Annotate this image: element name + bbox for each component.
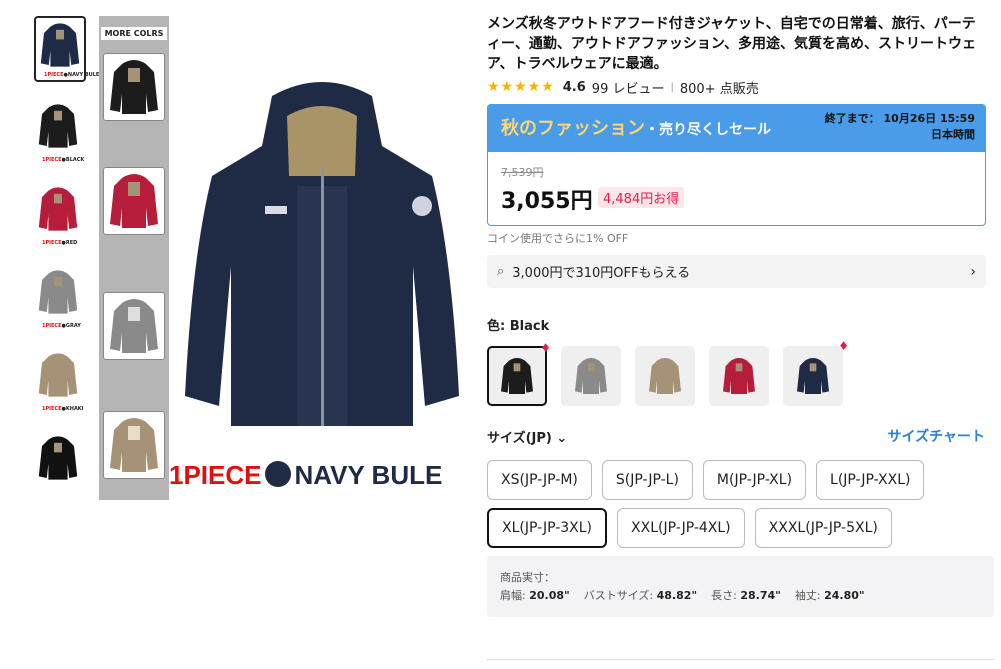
main-image-caption: 1PIECE NAVY BULE xyxy=(169,460,469,491)
thumbnail-caption-color: ●KHAKI xyxy=(61,406,84,412)
thumbnail-caption-color: ●GRAY xyxy=(61,323,81,329)
size-option-button[interactable]: XS(JP-JP-M) xyxy=(487,460,592,500)
product-page: 1PIECE●NAVY BULE 1PIECE●BLACK 1PIECE●RED 1P… xyxy=(0,0,1001,669)
strip-item-gray xyxy=(103,292,165,360)
sale-ends-timezone: 日本時間 xyxy=(931,128,975,141)
measurement-label: 肩幅: xyxy=(500,589,530,602)
savings-badge: 4,484円お得 xyxy=(598,187,685,208)
product-title: メンズ秋冬アウトドアフード付きジャケット、自宅での日常着、旅行、パーティー、通勤… xyxy=(487,16,977,72)
sale-countdown: 終了まで： 10月26日 15:59 日本時間 xyxy=(825,111,975,143)
sale-ends-date: 10月26日 15:59 xyxy=(883,112,975,125)
color-swatch[interactable] xyxy=(709,346,769,406)
tag-icon: ⌕ xyxy=(497,264,505,279)
more-colors-strip: MORE COLRS xyxy=(99,16,169,500)
current-price: 3,055円 xyxy=(501,189,593,214)
product-info: メンズ秋冬アウトドアフード付きジャケット、自宅での日常着、旅行、パーティー、通勤… xyxy=(487,14,994,617)
sale-ends-label: 終了まで： xyxy=(824,112,880,125)
thumbnail-caption-piece: 1PIECE xyxy=(42,406,62,412)
coupon-text: 3,000円で310円OFFもらえる xyxy=(512,266,691,281)
sale-name: 秋のファッション・売り尽くしセール xyxy=(501,114,771,140)
sale-subtitle: ・売り尽くしセール xyxy=(645,122,771,138)
thumbnail-caption-piece: 1PIECE xyxy=(42,240,62,246)
color-label-prefix: 色: xyxy=(487,319,510,334)
size-option-button[interactable]: XL(JP-JP-3XL) xyxy=(487,508,608,548)
thumbnail-caption: 1PIECE●GRAY xyxy=(42,323,81,329)
thumbnail-list: 1PIECE●NAVY BULE 1PIECE●BLACK 1PIECE●RED 1P… xyxy=(34,16,99,514)
thumbnail-caption: 1PIECE●NAVY BULE xyxy=(44,72,99,78)
thumbnail[interactable]: 1PIECE●NAVY BULE xyxy=(34,16,99,82)
thumbnail-caption-piece: 1PIECE xyxy=(44,72,64,78)
measurements-title: 商品実寸： xyxy=(500,571,555,584)
size-option-button[interactable]: XXL(JP-JP-4XL) xyxy=(617,508,745,548)
size-option-button[interactable]: M(JP-JP-XL) xyxy=(702,460,807,500)
measurement-label: 長さ: xyxy=(711,589,741,602)
thumbnail-caption-piece: 1PIECE xyxy=(42,157,62,163)
thumbnail-caption-color: ●BLACK xyxy=(61,157,85,163)
rating-row: ★★★★★ 4.6 99 レビュー | 800+ 点販売 xyxy=(487,78,987,97)
size-options: XS(JP-JP-M) S(JP-JP-L) M(JP-JP-XL) L(JP-JP-… xyxy=(487,460,997,548)
jacket-image xyxy=(185,82,459,426)
color-swatch[interactable] xyxy=(561,346,621,406)
size-label[interactable]: サイズ(JP) ⌄ xyxy=(487,427,567,446)
flame-icon: ♦ xyxy=(540,341,551,355)
color-swatches: ♦ ♦ xyxy=(487,339,987,406)
size-header: サイズ(JP) ⌄ サイズチャート xyxy=(487,426,987,446)
size-option-button[interactable]: L(JP-JP-XXL) xyxy=(816,460,925,500)
price-area: 7,539円 3,055円 4,484円お得 xyxy=(488,152,985,225)
caption-color-dot xyxy=(264,461,291,487)
selected-color: Black xyxy=(509,319,550,334)
thumbnail-caption: 1PIECE●BLACK xyxy=(42,157,84,163)
thumbnail-caption-color: ●NAVY BULE xyxy=(63,72,100,78)
size-chart-link[interactable]: サイズチャート xyxy=(888,426,985,446)
caption-color: NAVY BULE xyxy=(294,460,443,490)
more-colors-title: MORE COLRS xyxy=(101,27,167,40)
rating-divider: | xyxy=(670,81,674,93)
main-product-image: MORE COLRS 1PIECE NAVY BULE xyxy=(99,16,471,502)
measurement-value: 20.08" xyxy=(529,589,570,602)
thumbnail-caption-color: ●RED xyxy=(61,240,78,246)
thumbnail[interactable]: 1PIECE●KHAKI xyxy=(34,348,86,414)
chevron-down-icon: ⌄ xyxy=(556,430,568,446)
measurement-value: 28.74" xyxy=(740,589,781,602)
measurements-box: 商品実寸： 肩幅: 20.08" バストサイズ: 48.82" 長さ: 28.74"… xyxy=(487,556,994,617)
thumbnail[interactable]: 1PIECE●GRAY xyxy=(34,265,86,331)
measurement-value: 48.82" xyxy=(656,589,698,602)
strip-item-khaki xyxy=(103,411,165,479)
caption-piece: 1PIECE xyxy=(169,460,262,490)
rating-value: 4.6 xyxy=(562,79,586,95)
measurement-label: 袖丈: xyxy=(794,589,825,602)
size-label-text: サイズ(JP) xyxy=(487,430,552,446)
color-label: 色: Black xyxy=(487,315,987,334)
sold-count: 800+ 点販売 xyxy=(679,81,759,97)
review-count-link[interactable]: 99 レビュー xyxy=(592,78,665,97)
thumbnail-caption: 1PIECE●KHAKI xyxy=(42,406,84,412)
strip-item-red xyxy=(103,167,165,235)
thumbnail[interactable]: 1PIECE●BLACK xyxy=(34,99,86,165)
thumbnail[interactable]: 1PIECE●RED xyxy=(34,182,86,248)
flame-icon: ♦ xyxy=(838,339,849,353)
color-swatch[interactable]: ♦ xyxy=(487,341,551,406)
color-swatch[interactable] xyxy=(635,346,695,406)
divider xyxy=(487,659,994,660)
original-price: 7,539円 xyxy=(501,166,544,179)
strip-item-black xyxy=(103,53,165,121)
sale-box: 秋のファッション・売り尽くしセール 終了まで： 10月26日 15:59 日本時… xyxy=(487,104,986,226)
chevron-right-icon: › xyxy=(970,263,976,280)
measurement-value: 24.80" xyxy=(824,589,865,602)
size-option-button[interactable]: S(JP-JP-L) xyxy=(601,460,693,500)
sale-banner: 秋のファッション・売り尽くしセール 終了まで： 10月26日 15:59 日本時… xyxy=(488,105,985,152)
measurement-label: バストサイズ: xyxy=(583,589,657,602)
measurements-list: 肩幅: 20.08" バストサイズ: 48.82" 長さ: 28.74" 袖丈: 24… xyxy=(500,587,981,605)
size-option-button[interactable]: XXXL(JP-JP-5XL) xyxy=(754,508,892,548)
coupon-bar[interactable]: ⌕ 3,000円で310円OFFもらえる › xyxy=(487,255,986,288)
sale-title: 秋のファッション xyxy=(501,118,645,139)
color-swatch[interactable]: ♦ xyxy=(783,339,849,406)
star-rating-icon[interactable]: ★★★★★ xyxy=(487,79,555,95)
coin-discount-text: コイン使用でさらに1% OFF xyxy=(487,232,629,245)
thumbnail[interactable] xyxy=(34,431,86,497)
thumbnail-caption: 1PIECE●RED xyxy=(42,240,77,246)
thumbnail-caption-piece: 1PIECE xyxy=(42,323,62,329)
